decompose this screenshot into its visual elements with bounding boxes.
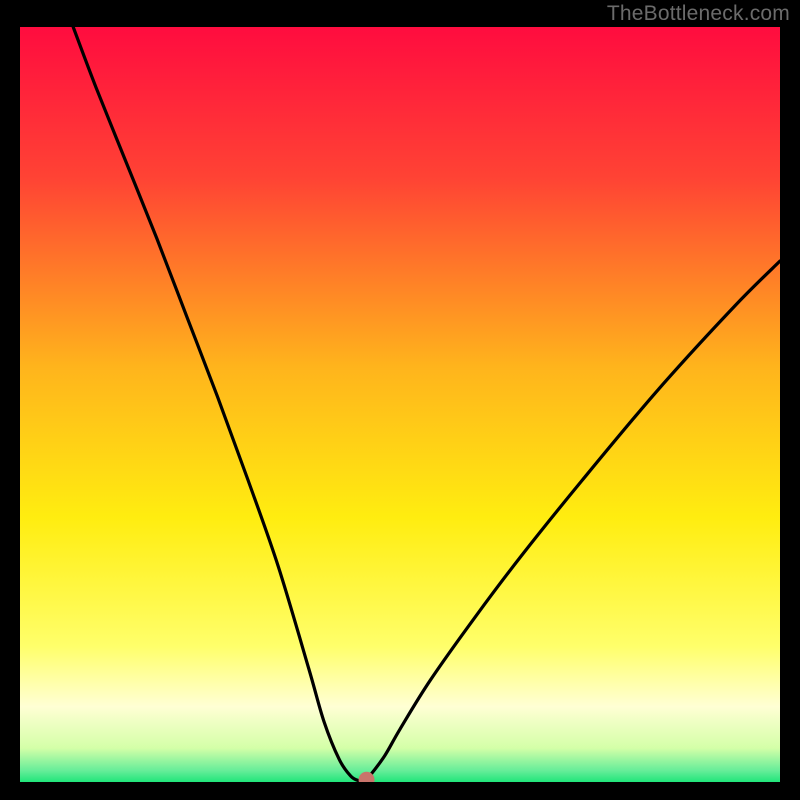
- plot-area: [20, 27, 780, 782]
- gradient-background: [20, 27, 780, 782]
- chart-frame: TheBottleneck.com: [0, 0, 800, 800]
- watermark-text: TheBottleneck.com: [607, 2, 790, 26]
- plot-svg: [20, 27, 780, 782]
